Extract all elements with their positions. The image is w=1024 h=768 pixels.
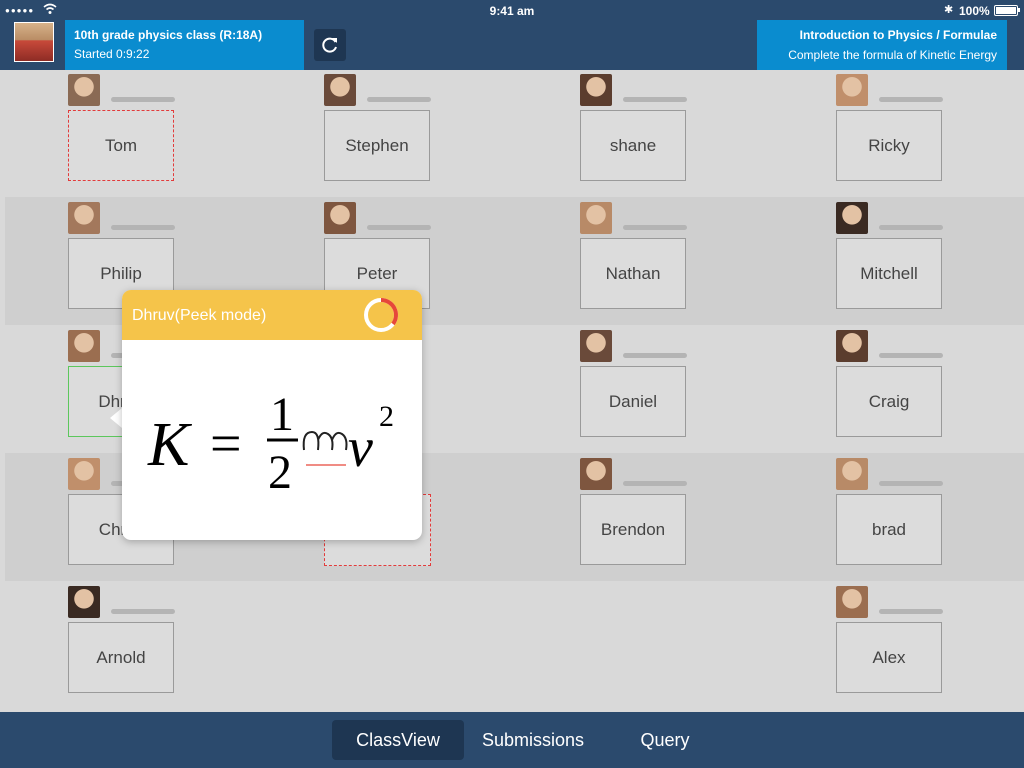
status-bar: ●●●●● 9:41 am ✱ 100% [0, 0, 1024, 20]
student-avatar [836, 330, 868, 362]
student-progress-bar [111, 609, 175, 614]
student-card[interactable]: Alex [836, 622, 942, 693]
class-title: 10th grade physics class (R:18A) [74, 28, 263, 42]
student-progress-bar [879, 609, 943, 614]
tab-submissions[interactable]: Submissions [468, 720, 598, 760]
student-tile[interactable]: Craig [836, 326, 944, 454]
student-card[interactable]: Craig [836, 366, 942, 437]
student-avatar [324, 74, 356, 106]
student-card[interactable]: Stephen [324, 110, 430, 181]
student-card[interactable]: Arnold [68, 622, 174, 693]
student-progress-bar [623, 353, 687, 358]
student-avatar [836, 74, 868, 106]
lesson-task: Complete the formula of Kinetic Energy [788, 48, 997, 62]
battery-tip [1018, 8, 1020, 12]
student-progress-bar [623, 225, 687, 230]
student-avatar [324, 202, 356, 234]
student-progress-bar [111, 225, 175, 230]
student-avatar [580, 330, 612, 362]
student-progress-bar [623, 97, 687, 102]
student-card[interactable]: shane [580, 110, 686, 181]
student-tile[interactable]: brad [836, 454, 944, 582]
formula-canvas: K = 1 2 v 2 [147, 388, 394, 499]
battery-percent: 100% [959, 4, 990, 18]
battery-icon [994, 5, 1018, 16]
formula-denominator: 2 [268, 446, 292, 499]
bluetooth-icon: ✱ [944, 4, 954, 16]
lesson-title: Introduction to Physics / Formulae [799, 28, 997, 42]
student-avatar [68, 458, 100, 490]
teacher-avatar[interactable] [14, 22, 54, 62]
refresh-button[interactable] [314, 29, 346, 61]
student-card[interactable]: Nathan [580, 238, 686, 309]
student-progress-bar [879, 225, 943, 230]
student-tile[interactable]: Daniel [580, 326, 688, 454]
student-tile[interactable]: Alex [836, 582, 944, 710]
student-progress-bar [623, 481, 687, 486]
student-tile[interactable]: Brendon [580, 454, 688, 582]
student-card[interactable]: Ricky [836, 110, 942, 181]
student-progress-bar [879, 481, 943, 486]
student-avatar [580, 74, 612, 106]
popup-header: Dhruv(Peek mode) [122, 290, 422, 340]
student-avatar [836, 458, 868, 490]
student-card[interactable]: Tom [68, 110, 174, 181]
student-progress-bar [367, 225, 431, 230]
student-tile[interactable]: Stephen [324, 70, 432, 198]
student-avatar [68, 586, 100, 618]
student-progress-bar [879, 353, 943, 358]
student-avatar [68, 74, 100, 106]
student-progress-bar [879, 97, 943, 102]
popup-pointer [110, 408, 122, 428]
class-started: Started 0:9:22 [74, 47, 150, 61]
student-card[interactable]: Daniel [580, 366, 686, 437]
student-tile[interactable]: Ricky [836, 70, 944, 198]
student-tile[interactable]: Arnold [68, 582, 176, 710]
student-tile[interactable]: Mitchell [836, 198, 944, 326]
student-avatar [68, 202, 100, 234]
student-progress-bar [111, 97, 175, 102]
class-info[interactable]: 10th grade physics class (R:18A) Started… [65, 20, 304, 70]
student-avatar [68, 330, 100, 362]
formula-lhs: K [147, 411, 193, 479]
tab-query[interactable]: Query [610, 720, 720, 760]
formula-exponent: 2 [379, 400, 394, 433]
student-tile[interactable]: Nathan [580, 198, 688, 326]
student-avatar [580, 202, 612, 234]
handwritten-m [302, 430, 348, 451]
formula-numerator: 1 [270, 388, 294, 441]
student-progress-bar [367, 97, 431, 102]
student-tile[interactable]: Tom [68, 70, 176, 198]
lesson-info[interactable]: Introduction to Physics / Formulae Compl… [757, 20, 1007, 70]
student-avatar [580, 458, 612, 490]
peek-popup[interactable]: Dhruv(Peek mode) K = 1 2 v 2 [122, 290, 422, 540]
student-avatar [836, 586, 868, 618]
tab-classview[interactable]: ClassView [332, 720, 464, 760]
student-tile[interactable]: shane [580, 70, 688, 198]
refresh-icon [322, 37, 337, 53]
formula-equals: = [210, 413, 242, 475]
formula-var: v [348, 417, 373, 479]
bottom-tab-bar: ClassView Submissions Query [0, 712, 1024, 768]
student-card[interactable]: Brendon [580, 494, 686, 565]
popup-title: Dhruv(Peek mode) [132, 307, 267, 324]
student-avatar [836, 202, 868, 234]
progress-ring-icon [364, 298, 398, 332]
status-time: 9:41 am [489, 4, 535, 18]
student-card[interactable]: Mitchell [836, 238, 942, 309]
student-card[interactable]: brad [836, 494, 942, 565]
